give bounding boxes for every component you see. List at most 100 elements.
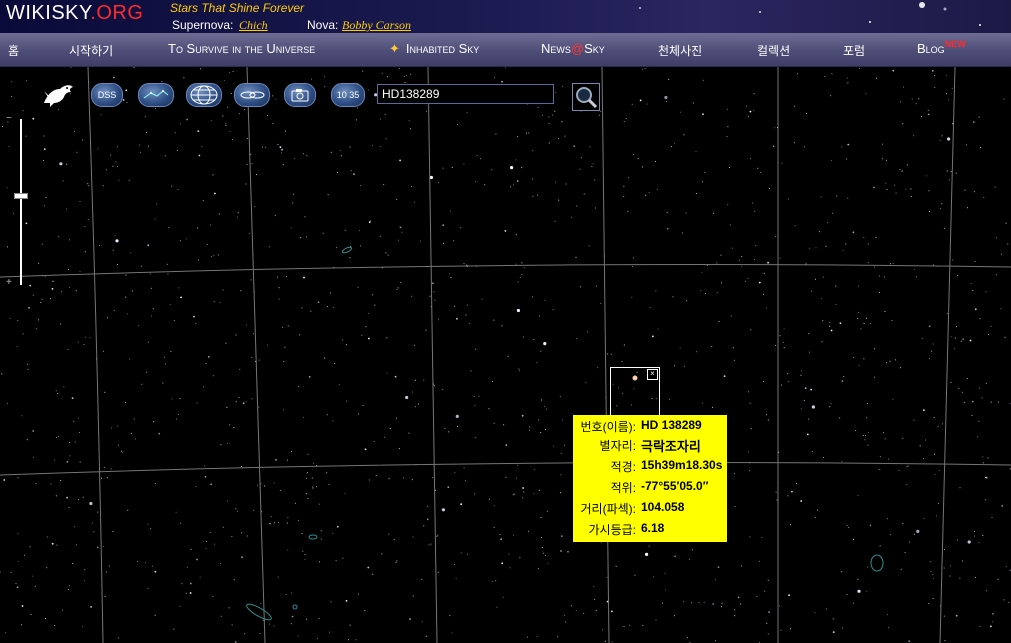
star — [923, 518, 925, 519]
star — [147, 588, 149, 590]
supernova-link[interactable]: Chich — [239, 18, 268, 33]
star — [79, 461, 81, 463]
nav-forum[interactable]: 포럼 — [843, 42, 865, 59]
star — [757, 167, 759, 169]
star — [275, 98, 277, 100]
star — [41, 298, 43, 300]
star — [58, 236, 60, 238]
star — [112, 531, 114, 532]
star — [330, 601, 332, 603]
star — [284, 346, 286, 348]
galaxies-button[interactable] — [234, 83, 270, 107]
nav-inhabited-sky[interactable]: ✦ Inhabited Sky — [389, 41, 479, 57]
time-button[interactable]: 10 35 — [331, 83, 365, 107]
star — [526, 132, 528, 134]
star — [437, 571, 439, 573]
star — [554, 181, 556, 183]
constellation-button[interactable] — [138, 83, 174, 107]
nav-survive[interactable]: To Survive in the Universe — [168, 41, 315, 56]
snapshot-button[interactable] — [284, 83, 316, 107]
star — [158, 432, 161, 435]
nav-home[interactable]: 홈 — [8, 42, 19, 59]
star — [946, 170, 948, 172]
star — [645, 194, 647, 196]
nav-collection[interactable]: 컬렉션 — [757, 42, 790, 59]
star — [227, 443, 229, 444]
star — [787, 495, 789, 497]
star — [641, 68, 643, 70]
dss-button[interactable]: DSS — [91, 83, 123, 107]
star — [246, 137, 248, 139]
star — [222, 289, 224, 291]
star — [358, 593, 359, 595]
deep-sky-objects[interactable] — [245, 246, 884, 622]
star — [674, 365, 676, 367]
star — [691, 602, 693, 604]
star — [829, 406, 831, 408]
star — [470, 370, 472, 372]
star — [921, 338, 923, 339]
star — [767, 579, 769, 581]
zoom-out-icon[interactable]: − — [6, 113, 12, 124]
star — [623, 626, 625, 627]
nav-photos[interactable]: 천체사진 — [658, 42, 702, 59]
star — [176, 418, 177, 420]
star — [595, 285, 597, 287]
star — [841, 571, 843, 573]
star — [282, 164, 284, 166]
star — [99, 245, 101, 246]
star — [58, 436, 60, 438]
star — [967, 540, 971, 544]
star — [800, 408, 802, 410]
star — [145, 116, 146, 118]
search-button[interactable] — [572, 83, 600, 111]
star — [128, 180, 130, 182]
star — [954, 348, 956, 350]
info-value[interactable]: 극락조자리 — [641, 436, 701, 455]
search-input[interactable] — [377, 84, 554, 104]
star — [278, 521, 280, 523]
nav-news-sky[interactable]: News@Sky — [541, 41, 605, 56]
zoom-track[interactable] — [20, 119, 22, 285]
star — [505, 476, 507, 478]
nova-link[interactable]: Bobby Carson — [342, 18, 411, 33]
grid-button[interactable] — [186, 83, 222, 107]
star — [130, 252, 132, 254]
star — [737, 596, 740, 599]
sky-map[interactable]: DSS 10 35 HD138289 − + × 번호(이름): HD 1382… — [0, 67, 1011, 643]
star — [829, 325, 831, 327]
star — [117, 146, 119, 148]
nav-start[interactable]: 시작하기 — [69, 42, 113, 59]
star — [537, 567, 539, 569]
star — [788, 594, 790, 597]
star — [303, 153, 304, 155]
sky-canvas[interactable] — [0, 67, 1011, 643]
star — [763, 272, 765, 274]
zoom-handle[interactable] — [14, 193, 28, 199]
star — [79, 271, 81, 272]
star — [179, 605, 181, 607]
sparkle-icon: ✦ — [389, 41, 400, 56]
slogan[interactable]: Stars That Shine Forever — [170, 1, 304, 15]
star — [264, 485, 265, 487]
star — [934, 87, 936, 88]
zoom-slider[interactable]: − + — [6, 113, 28, 289]
star — [319, 561, 320, 563]
star — [456, 124, 458, 125]
star — [220, 444, 222, 446]
zoom-in-icon[interactable]: + — [6, 277, 12, 288]
star — [218, 213, 220, 215]
star — [279, 489, 281, 491]
star — [44, 276, 46, 278]
new-badge: NEW — [944, 39, 966, 49]
nav-blog[interactable]: BlogNEW — [917, 39, 966, 56]
star — [33, 456, 35, 458]
site-logo[interactable]: WIKISKY.ORG — [6, 2, 143, 25]
star — [356, 107, 358, 109]
star — [645, 552, 649, 556]
dragon-icon[interactable] — [40, 79, 76, 109]
close-icon[interactable]: × — [647, 369, 658, 380]
star — [45, 196, 47, 198]
star — [492, 580, 494, 582]
star — [782, 341, 784, 343]
